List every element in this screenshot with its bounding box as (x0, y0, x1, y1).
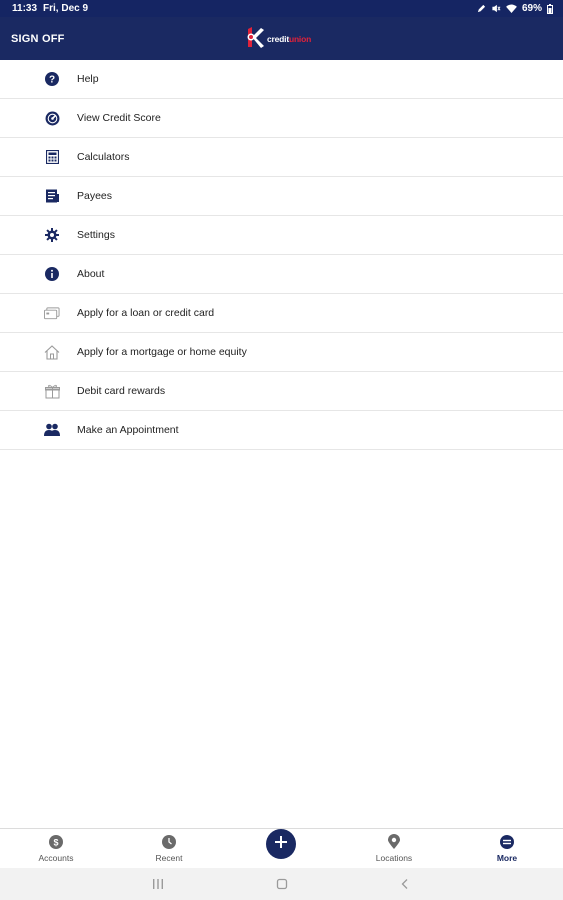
gift-icon (44, 383, 60, 399)
status-date: Fri, Dec 9 (43, 3, 89, 14)
logo-text: creditunion (267, 34, 311, 44)
mute-icon (491, 4, 501, 13)
recent-apps-icon[interactable] (150, 876, 166, 892)
info-icon (44, 266, 60, 282)
credit-card-icon (44, 305, 60, 321)
nav-label: Accounts (38, 853, 74, 863)
menu-item-label: Settings (77, 229, 115, 241)
app-header: SIGN OFF creditunion (0, 17, 563, 60)
location-pin-icon (386, 834, 402, 850)
menu-item-label: Make an Appointment (77, 424, 179, 436)
menu-item-label: Payees (77, 190, 113, 202)
battery-icon (547, 3, 553, 14)
menu-item-settings[interactable]: Settings (0, 216, 563, 255)
nav-label: More (496, 853, 518, 863)
calculator-icon (44, 149, 60, 165)
menu-item-about[interactable]: About (0, 255, 563, 294)
menu-item-label: Apply for a mortgage or home equity (77, 346, 247, 358)
nav-locations[interactable]: Locations (349, 829, 439, 869)
menu-item-help[interactable]: ? Help (0, 60, 563, 99)
add-action-button[interactable] (266, 829, 296, 859)
brand-logo: creditunion (246, 26, 311, 52)
menu-item-view-credit-score[interactable]: View Credit Score (0, 99, 563, 138)
home-button-icon[interactable] (274, 876, 290, 892)
menu-item-label: Calculators (77, 151, 130, 163)
sign-off-button[interactable]: SIGN OFF (11, 17, 65, 60)
more-menu-list: ? Help View Credit Score Calculators Pay… (0, 60, 563, 450)
logo-text-accent: union (288, 34, 312, 44)
menu-item-apply-mortgage[interactable]: Apply for a mortgage or home equity (0, 333, 563, 372)
nav-accounts[interactable]: $ Accounts (11, 829, 101, 869)
menu-item-debit-rewards[interactable]: Debit card rewards (0, 372, 563, 411)
recent-icon (161, 834, 177, 850)
menu-item-label: Apply for a loan or credit card (77, 307, 215, 319)
credit-score-icon (44, 110, 60, 126)
accounts-icon: $ (48, 834, 64, 850)
back-icon[interactable] (397, 876, 413, 892)
nav-label: Locations (375, 853, 413, 863)
status-bar: 11:33 Fri, Dec 9 69% (0, 0, 563, 17)
menu-item-label: View Credit Score (77, 112, 161, 124)
nav-more[interactable]: More (462, 829, 552, 869)
logo-text-primary: credit (267, 34, 289, 44)
svg-text:$: $ (53, 838, 58, 848)
home-icon (44, 344, 60, 360)
bottom-navigation: $ Accounts Recent Locations More (0, 828, 563, 868)
gear-icon (44, 227, 60, 243)
menu-item-apply-loan[interactable]: Apply for a loan or credit card (0, 294, 563, 333)
more-icon (499, 834, 515, 850)
plus-icon (274, 835, 288, 854)
svg-text:?: ? (49, 75, 55, 86)
nav-recent[interactable]: Recent (124, 829, 214, 869)
menu-item-label: Help (77, 73, 99, 85)
wifi-icon (506, 4, 517, 13)
menu-item-label: About (77, 268, 105, 280)
edit-icon (477, 4, 486, 13)
people-icon (44, 422, 60, 438)
payees-icon (44, 188, 60, 204)
battery-percent: 69% (521, 3, 542, 14)
menu-item-calculators[interactable]: Calculators (0, 138, 563, 177)
menu-item-payees[interactable]: Payees (0, 177, 563, 216)
menu-item-make-appointment[interactable]: Make an Appointment (0, 411, 563, 450)
logo-mark-icon (246, 25, 266, 54)
status-time: 11:33 (12, 3, 38, 14)
system-navigation-bar (0, 868, 563, 900)
nav-label: Recent (155, 853, 183, 863)
menu-item-label: Debit card rewards (77, 385, 166, 397)
help-icon: ? (44, 71, 60, 87)
